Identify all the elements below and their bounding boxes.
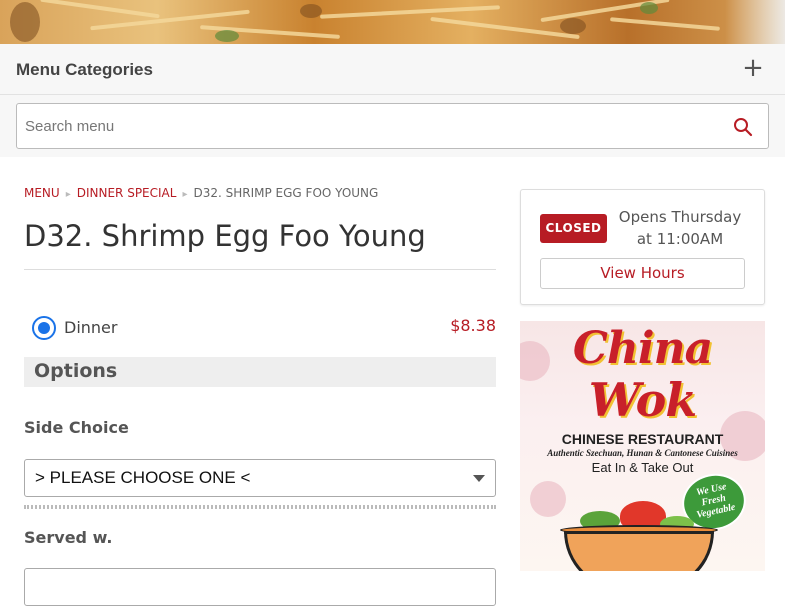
menu-categories-bar[interactable]: Menu Categories +	[0, 44, 785, 95]
size-label: Dinner	[64, 318, 118, 337]
divider	[24, 269, 496, 270]
breadcrumb-menu-link[interactable]: Menu	[24, 186, 60, 200]
restaurant-promo-image: China Wok CHINESE RESTAURANT Authentic S…	[520, 321, 765, 571]
size-option-row[interactable]: Dinner $8.38	[24, 312, 496, 344]
breadcrumb-category-link[interactable]: Dinner Special	[77, 186, 177, 200]
side-choice-value: > PLEASE CHOOSE ONE <	[35, 468, 251, 487]
dotted-divider	[24, 505, 496, 509]
breadcrumb: Menu ▸ Dinner Special ▸ D32. Shrimp Egg Foo …	[24, 186, 378, 200]
opens-line-1: Opens Thursday	[618, 208, 742, 226]
chevron-right-icon: ▸	[65, 189, 71, 200]
opens-text: Opens Thursday at 11:00AM	[615, 206, 745, 250]
chevron-right-icon: ▸	[182, 189, 188, 200]
breadcrumb-current: D32. Shrimp Egg Foo Young	[193, 186, 379, 200]
served-with-label: Served w.	[24, 528, 113, 547]
options-header: Options	[24, 357, 496, 387]
view-hours-button[interactable]: View Hours	[540, 258, 745, 289]
promo-service: Eat In & Take Out	[591, 460, 694, 475]
menu-categories-title: Menu Categories	[16, 60, 153, 79]
size-price: $8.38	[450, 316, 496, 335]
search-input[interactable]	[25, 114, 715, 138]
hours-card: CLOSED Opens Thursday at 11:00AM View Ho…	[520, 189, 765, 305]
promo-name-line-2: Wok	[588, 373, 697, 427]
opens-line-2: at 11:00AM	[636, 230, 724, 248]
promo-tagline: Authentic Szechuan, Hunan & Cantonese Cu…	[547, 448, 738, 458]
hero-food-image	[0, 0, 785, 44]
chevron-down-icon	[473, 475, 485, 482]
served-with-select[interactable]	[24, 568, 496, 606]
plus-icon[interactable]: +	[740, 54, 766, 82]
promo-name-line-1: China	[572, 323, 713, 374]
search-bar	[0, 95, 785, 157]
side-choice-label: Side Choice	[24, 418, 129, 437]
options-title: Options	[34, 360, 118, 382]
page-title: D32. Shrimp Egg Foo Young	[24, 219, 426, 253]
size-radio[interactable]	[32, 316, 56, 340]
search-box	[16, 103, 769, 149]
status-badge: CLOSED	[540, 214, 607, 243]
search-icon[interactable]	[733, 117, 753, 137]
side-choice-select[interactable]: > PLEASE CHOOSE ONE <	[24, 459, 496, 497]
bowl-illustration	[564, 531, 714, 571]
promo-subtitle: CHINESE RESTAURANT	[561, 431, 724, 447]
